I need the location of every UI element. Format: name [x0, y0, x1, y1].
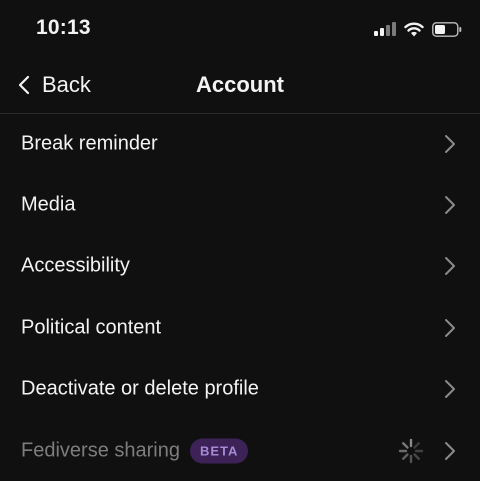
menu-item-label: Media [21, 193, 76, 216]
menu-item-label: Political content [21, 316, 162, 339]
menu-item-break-reminder[interactable]: Break reminder [0, 113, 480, 174]
chevron-right-icon [445, 257, 455, 276]
page-title: Account [196, 72, 284, 97]
nav-bar: Back Account [0, 58, 480, 114]
chevron-right-icon [445, 318, 455, 337]
chevron-right-icon [445, 441, 455, 460]
menu-item-political-content[interactable]: Political content [0, 297, 480, 358]
chevron-right-icon [445, 380, 455, 399]
chevron-right-icon [445, 134, 455, 153]
battery-icon [432, 21, 462, 37]
menu-item-deactivate-delete-profile[interactable]: Deactivate or delete profile [0, 359, 480, 420]
menu-item-label: Break reminder [21, 132, 158, 155]
status-icons [374, 19, 462, 39]
menu-item-label: Deactivate or delete profile [21, 377, 259, 400]
fediverse-label: Fediverse sharing [21, 439, 180, 462]
settings-list: Break reminder Media Accessibility Polit… [0, 113, 480, 481]
beta-badge: BETA [189, 438, 249, 464]
status-bar: 10:13 [0, 0, 480, 58]
loading-spinner-icon [398, 438, 424, 463]
menu-item-label: Fediverse sharing BETA [21, 438, 249, 464]
menu-item-fediverse-sharing[interactable]: Fediverse sharing BETA [0, 420, 480, 481]
chevron-right-icon [445, 196, 455, 215]
menu-item-accessibility[interactable]: Accessibility [0, 236, 480, 297]
menu-item-label: Accessibility [21, 254, 130, 277]
status-time: 10:13 [36, 16, 91, 39]
wifi-icon [404, 22, 424, 36]
signal-bars-icon [374, 22, 396, 36]
menu-item-media[interactable]: Media [0, 174, 480, 235]
